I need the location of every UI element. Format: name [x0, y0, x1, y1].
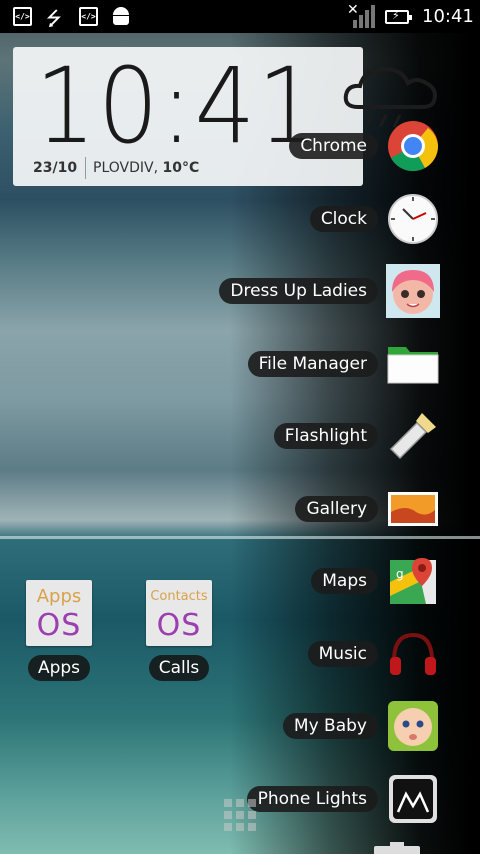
app-item-label[interactable]: Dress Up Ladies — [219, 278, 378, 304]
girl-face-icon[interactable] — [386, 264, 440, 318]
app-item-label[interactable]: Phone Lights — [246, 786, 378, 812]
calls-tile-small-text: Contacts — [150, 589, 208, 604]
maps-icon[interactable]: g — [386, 554, 440, 608]
code-icon: </> — [79, 7, 98, 26]
app-item-label[interactable]: Maps — [311, 568, 378, 594]
contacts-os-icon[interactable]: Contacts OS — [146, 580, 212, 646]
app-drawer-grid-icon[interactable] — [224, 799, 256, 831]
app-item-label[interactable]: File Manager — [247, 351, 378, 377]
apps-tile-small-text: Apps — [36, 586, 82, 607]
app-item-music[interactable]: Music — [307, 627, 440, 681]
home-app-label[interactable]: Apps — [27, 655, 91, 681]
app-item-clock[interactable]: Clock — [309, 192, 440, 246]
widget-temperature: 10°C — [162, 160, 200, 176]
app-item-flashlight[interactable]: Flashlight — [273, 409, 440, 463]
folder-icon[interactable] — [386, 337, 440, 391]
gallery-icon[interactable] — [386, 482, 440, 536]
app-item-label[interactable]: Flashlight — [273, 423, 378, 449]
clock-icon[interactable] — [386, 192, 440, 246]
status-bar: </> ⭍ </> ✕ ⚡ 10:41 — [0, 0, 480, 33]
status-time: 10:41 — [422, 6, 474, 27]
code-icon: </> — [13, 7, 32, 26]
baby-icon[interactable] — [386, 699, 440, 753]
usb-icon: ⭍ — [46, 8, 62, 30]
app-item-maps[interactable]: Maps g — [311, 554, 440, 608]
app-item-label[interactable]: Gallery — [295, 496, 378, 522]
flashlight-icon[interactable] — [386, 409, 440, 463]
app-item-phone-lights[interactable]: Phone Lights — [246, 772, 440, 826]
app-item-label[interactable]: Clock — [309, 206, 378, 232]
calls-tile-big-text: OS — [156, 608, 202, 643]
phone-lights-icon[interactable] — [386, 772, 440, 826]
headphones-icon[interactable] — [386, 627, 440, 681]
widget-divider — [85, 157, 86, 179]
app-item-label[interactable]: My Baby — [282, 713, 378, 739]
app-item-dress-up-ladies[interactable]: Dress Up Ladies — [219, 264, 440, 318]
widget-city: PLOVDIV, — [93, 160, 159, 176]
partial-app-icon — [374, 842, 420, 854]
app-item-file-manager[interactable]: File Manager — [247, 337, 440, 391]
app-item-chrome[interactable]: Chrome — [289, 119, 440, 173]
horizon-line — [0, 536, 480, 539]
svg-text:g: g — [396, 567, 404, 581]
widget-date: 23/10 — [33, 160, 78, 176]
app-item-my-baby[interactable]: My Baby — [282, 699, 440, 753]
app-item-gallery[interactable]: Gallery — [295, 482, 440, 536]
widget-location: PLOVDIV, 10°C — [93, 160, 199, 176]
android-icon — [112, 7, 130, 26]
app-item-label[interactable]: Chrome — [289, 133, 378, 159]
chrome-icon[interactable] — [386, 119, 440, 173]
signal-icon: ✕ — [345, 2, 375, 30]
app-item-label[interactable]: Music — [307, 641, 378, 667]
apps-os-icon[interactable]: Apps OS — [26, 580, 92, 646]
apps-tile-big-text: OS — [36, 608, 82, 643]
home-app-apps[interactable]: Apps OS Apps — [14, 580, 104, 681]
widget-time: 10:41 — [35, 45, 320, 167]
home-app-label[interactable]: Calls — [148, 655, 210, 681]
battery-charging-icon: ⚡ — [385, 9, 412, 24]
home-app-calls[interactable]: Contacts OS Calls — [134, 580, 224, 681]
